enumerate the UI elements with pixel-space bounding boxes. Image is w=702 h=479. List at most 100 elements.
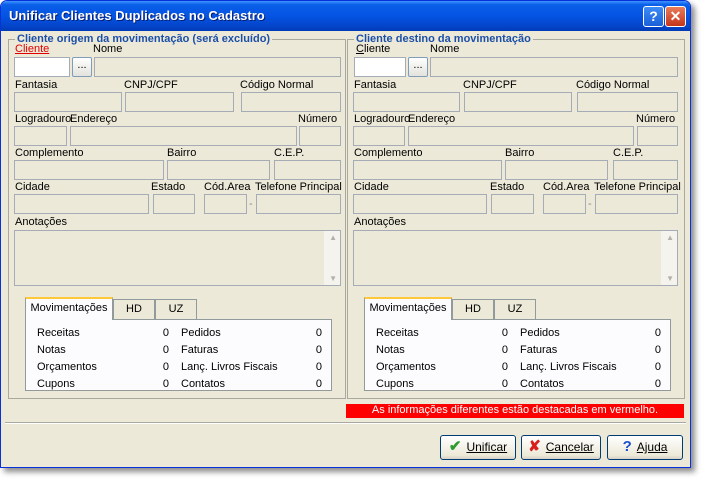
dest-pedidos-value: 0 xyxy=(654,327,661,339)
origin-complemento-field[interactable] xyxy=(14,160,164,180)
dest-cidade-field[interactable] xyxy=(353,194,487,214)
dest-codarea-label: Cód.Area xyxy=(543,181,590,193)
dest-fantasia-field[interactable] xyxy=(353,92,460,112)
dest-contatos-value: 0 xyxy=(654,378,661,390)
dest-cnpj-field[interactable] xyxy=(464,92,572,112)
dest-movimentacoes-panel: Receitas 0 Notas 0 Orçamentos 0 Cupons 0… xyxy=(364,319,671,391)
dest-logradouro-field[interactable] xyxy=(353,126,405,146)
origin-estado-field[interactable] xyxy=(153,194,195,214)
ajuda-label: Ajuda xyxy=(636,440,668,454)
origin-faturas-value: 0 xyxy=(315,344,322,356)
dest-estado-field[interactable] xyxy=(491,194,534,214)
dest-cliente-label: Cliente xyxy=(356,43,391,55)
dest-endereco-label: Endereço xyxy=(408,113,456,125)
dest-bairro-field[interactable] xyxy=(505,160,608,180)
origin-notas-label: Notas xyxy=(37,344,66,356)
origin-codarea-label: Cód.Area xyxy=(204,181,251,193)
dest-faturas-value: 0 xyxy=(654,344,661,356)
origin-numero-label: Número xyxy=(298,113,338,125)
dest-tab-hd[interactable]: HD xyxy=(452,299,494,319)
origin-endereco-field[interactable] xyxy=(70,126,297,146)
dest-telefone-label: Telefone Principal xyxy=(594,181,681,193)
origin-anotacoes-label: Anotações xyxy=(15,216,67,228)
title-bar[interactable]: Unificar Clientes Duplicados no Cadastro… xyxy=(1,1,690,31)
status-message: As informações diferentes estão destacad… xyxy=(346,404,684,418)
origin-tab-hd[interactable]: HD xyxy=(113,299,155,319)
dest-lookup-button[interactable]: ... xyxy=(408,57,428,77)
origin-orcamentos-value: 0 xyxy=(162,361,169,373)
origin-bairro-field[interactable] xyxy=(167,160,270,180)
dest-anotacoes-memo[interactable]: ▲ ▼ xyxy=(353,230,678,286)
ajuda-button[interactable]: ? Ajuda xyxy=(607,435,683,460)
dest-tab-movimentacoes[interactable]: Movimentações xyxy=(364,297,452,320)
question-icon: ? xyxy=(622,438,632,455)
dest-tab-uz[interactable]: UZ xyxy=(494,299,536,319)
cancelar-button[interactable]: ✘ Cancelar xyxy=(521,435,601,460)
origin-memo-scrollbar[interactable]: ▲ ▼ xyxy=(324,231,340,285)
origin-contatos-label: Contatos xyxy=(181,378,226,390)
close-button[interactable]: ✕ xyxy=(665,6,686,27)
origin-lookup-button[interactable]: ... xyxy=(72,57,92,77)
origin-cep-field[interactable] xyxy=(274,160,341,180)
origin-fantasia-field[interactable] xyxy=(14,92,122,112)
dest-codigo-field[interactable] xyxy=(577,92,678,112)
origin-cupons-value: 0 xyxy=(162,378,169,390)
origin-codigo-field[interactable] xyxy=(241,92,341,112)
dest-numero-field[interactable] xyxy=(637,126,678,146)
dest-cep-field[interactable] xyxy=(613,160,678,180)
unificar-button[interactable]: ✔ Unificar xyxy=(440,435,516,460)
dest-cliente-field[interactable] xyxy=(354,57,406,77)
dest-nome-field[interactable] xyxy=(430,57,678,77)
origin-tab-uz[interactable]: UZ xyxy=(155,299,197,319)
dest-pedidos-label: Pedidos xyxy=(520,327,560,339)
origin-cnpj-field[interactable] xyxy=(125,92,234,112)
origin-phone-dash: - xyxy=(249,198,253,210)
origin-cidade-label: Cidade xyxy=(15,181,50,193)
origin-telefone-label: Telefone Principal xyxy=(255,181,342,193)
dest-complemento-label: Complemento xyxy=(354,147,423,159)
dest-complemento-field[interactable] xyxy=(353,160,502,180)
origin-cep-label: C.E.P. xyxy=(274,147,305,159)
window-title: Unificar Clientes Duplicados no Cadastro xyxy=(9,8,265,23)
scroll-down-icon[interactable]: ▼ xyxy=(666,274,674,283)
dest-codarea-field[interactable] xyxy=(543,194,586,214)
origin-fantasia-label: Fantasia xyxy=(15,79,58,91)
origin-nome-field[interactable] xyxy=(94,57,341,77)
origin-bairro-label: Bairro xyxy=(167,147,197,159)
scroll-up-icon[interactable]: ▲ xyxy=(329,233,337,242)
origin-orcamentos-label: Orçamentos xyxy=(37,361,97,373)
dest-estado-label: Estado xyxy=(490,181,525,193)
origin-cidade-field[interactable] xyxy=(14,194,149,214)
x-icon: ✘ xyxy=(528,438,541,455)
origin-logradouro-field[interactable] xyxy=(14,126,67,146)
unificar-label: Unificar xyxy=(466,440,508,454)
origin-cnpj-label: CNPJ/CPF xyxy=(124,79,178,91)
scroll-up-icon[interactable]: ▲ xyxy=(666,233,674,242)
dest-cidade-label: Cidade xyxy=(354,181,389,193)
help-title-button[interactable]: ? xyxy=(643,6,664,27)
dest-telefone-field[interactable] xyxy=(595,194,678,214)
origin-numero-field[interactable] xyxy=(299,126,341,146)
dest-numero-label: Número xyxy=(636,113,676,125)
origin-estado-label: Estado xyxy=(151,181,186,193)
origin-anotacoes-memo[interactable]: ▲ ▼ xyxy=(14,230,341,286)
origin-tab-movimentacoes[interactable]: Movimentações xyxy=(25,297,113,320)
scroll-down-icon[interactable]: ▼ xyxy=(329,274,337,283)
dialog-window: Unificar Clientes Duplicados no Cadastro… xyxy=(0,0,691,468)
dest-cep-label: C.E.P. xyxy=(613,147,644,159)
origin-receitas-label: Receitas xyxy=(37,327,80,339)
dest-faturas-label: Faturas xyxy=(520,344,558,356)
dest-memo-scrollbar[interactable]: ▲ ▼ xyxy=(661,231,677,285)
origin-nome-label: Nome xyxy=(93,43,123,55)
dest-cupons-value: 0 xyxy=(501,378,508,390)
dest-lanc-label: Lanç. Livros Fiscais xyxy=(520,361,617,373)
origin-lanc-value: 0 xyxy=(315,361,322,373)
dest-endereco-field[interactable] xyxy=(408,126,634,146)
origin-telefone-field[interactable] xyxy=(256,194,341,214)
origin-codarea-field[interactable] xyxy=(204,194,247,214)
dest-logradouro-label: Logradouro xyxy=(354,113,411,125)
origin-lanc-label: Lanç. Livros Fiscais xyxy=(181,361,278,373)
origin-cliente-field[interactable] xyxy=(14,57,70,77)
dest-bairro-label: Bairro xyxy=(505,147,535,159)
dest-orcamentos-label: Orçamentos xyxy=(376,361,436,373)
